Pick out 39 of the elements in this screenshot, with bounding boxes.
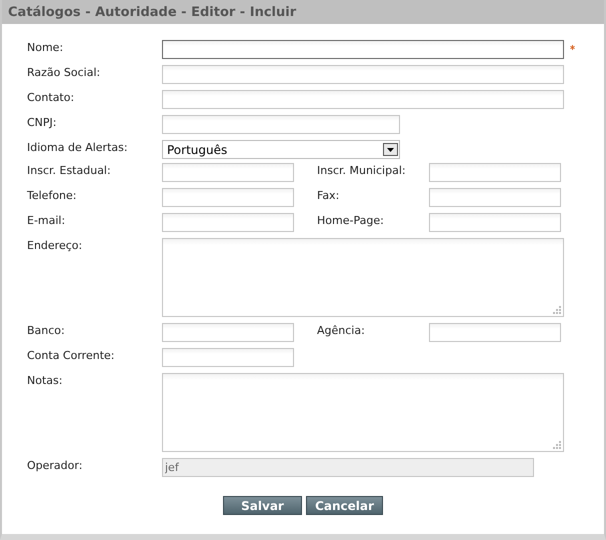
field-label: Home-Page: bbox=[317, 213, 385, 227]
field-label: Telefone: bbox=[27, 188, 78, 202]
text-field[interactable] bbox=[162, 90, 564, 109]
save-button[interactable]: Salvar bbox=[223, 496, 302, 515]
field-label: Inscr. Municipal: bbox=[317, 163, 407, 177]
field-label: Nome: bbox=[27, 40, 64, 54]
text-field[interactable] bbox=[162, 65, 564, 84]
language-dropdown[interactable]: Português bbox=[162, 140, 400, 159]
window-title: Catálogos - Autoridade - Editor - Incluir bbox=[2, 0, 604, 24]
cancel-button[interactable]: Cancelar bbox=[306, 496, 383, 515]
field-label: E-mail: bbox=[27, 213, 66, 227]
field-label: Banco: bbox=[27, 323, 66, 337]
field-label: CNPJ: bbox=[27, 115, 58, 129]
text-field[interactable] bbox=[162, 115, 400, 134]
text-field[interactable] bbox=[429, 188, 561, 207]
field-label: Agência: bbox=[317, 323, 366, 337]
text-field[interactable] bbox=[162, 40, 564, 59]
resize-grip-icon[interactable] bbox=[552, 305, 562, 315]
field-label: Inscr. Estadual: bbox=[27, 163, 112, 177]
text-field[interactable] bbox=[429, 163, 561, 182]
text-field[interactable] bbox=[162, 348, 294, 367]
field-label: Endereço: bbox=[27, 238, 84, 252]
resize-grip-icon[interactable] bbox=[552, 440, 562, 450]
text-field[interactable] bbox=[429, 323, 561, 342]
field-label: Fax: bbox=[317, 188, 340, 202]
field-label: Operador: bbox=[27, 458, 84, 472]
field-label: Razão Social: bbox=[27, 65, 102, 79]
text-field[interactable] bbox=[162, 213, 294, 232]
field-label: Contato: bbox=[27, 90, 76, 104]
text-area[interactable] bbox=[162, 238, 564, 317]
text-field[interactable] bbox=[162, 188, 294, 207]
text-field[interactable] bbox=[429, 213, 561, 232]
field-label: Idioma de Alertas: bbox=[27, 140, 129, 154]
caret-icon bbox=[383, 143, 398, 156]
text-area[interactable] bbox=[162, 373, 564, 452]
text-field[interactable] bbox=[162, 323, 294, 342]
field-label: Conta Corrente: bbox=[27, 348, 116, 362]
field-label: Notas: bbox=[27, 373, 64, 387]
text-field[interactable] bbox=[162, 163, 294, 182]
